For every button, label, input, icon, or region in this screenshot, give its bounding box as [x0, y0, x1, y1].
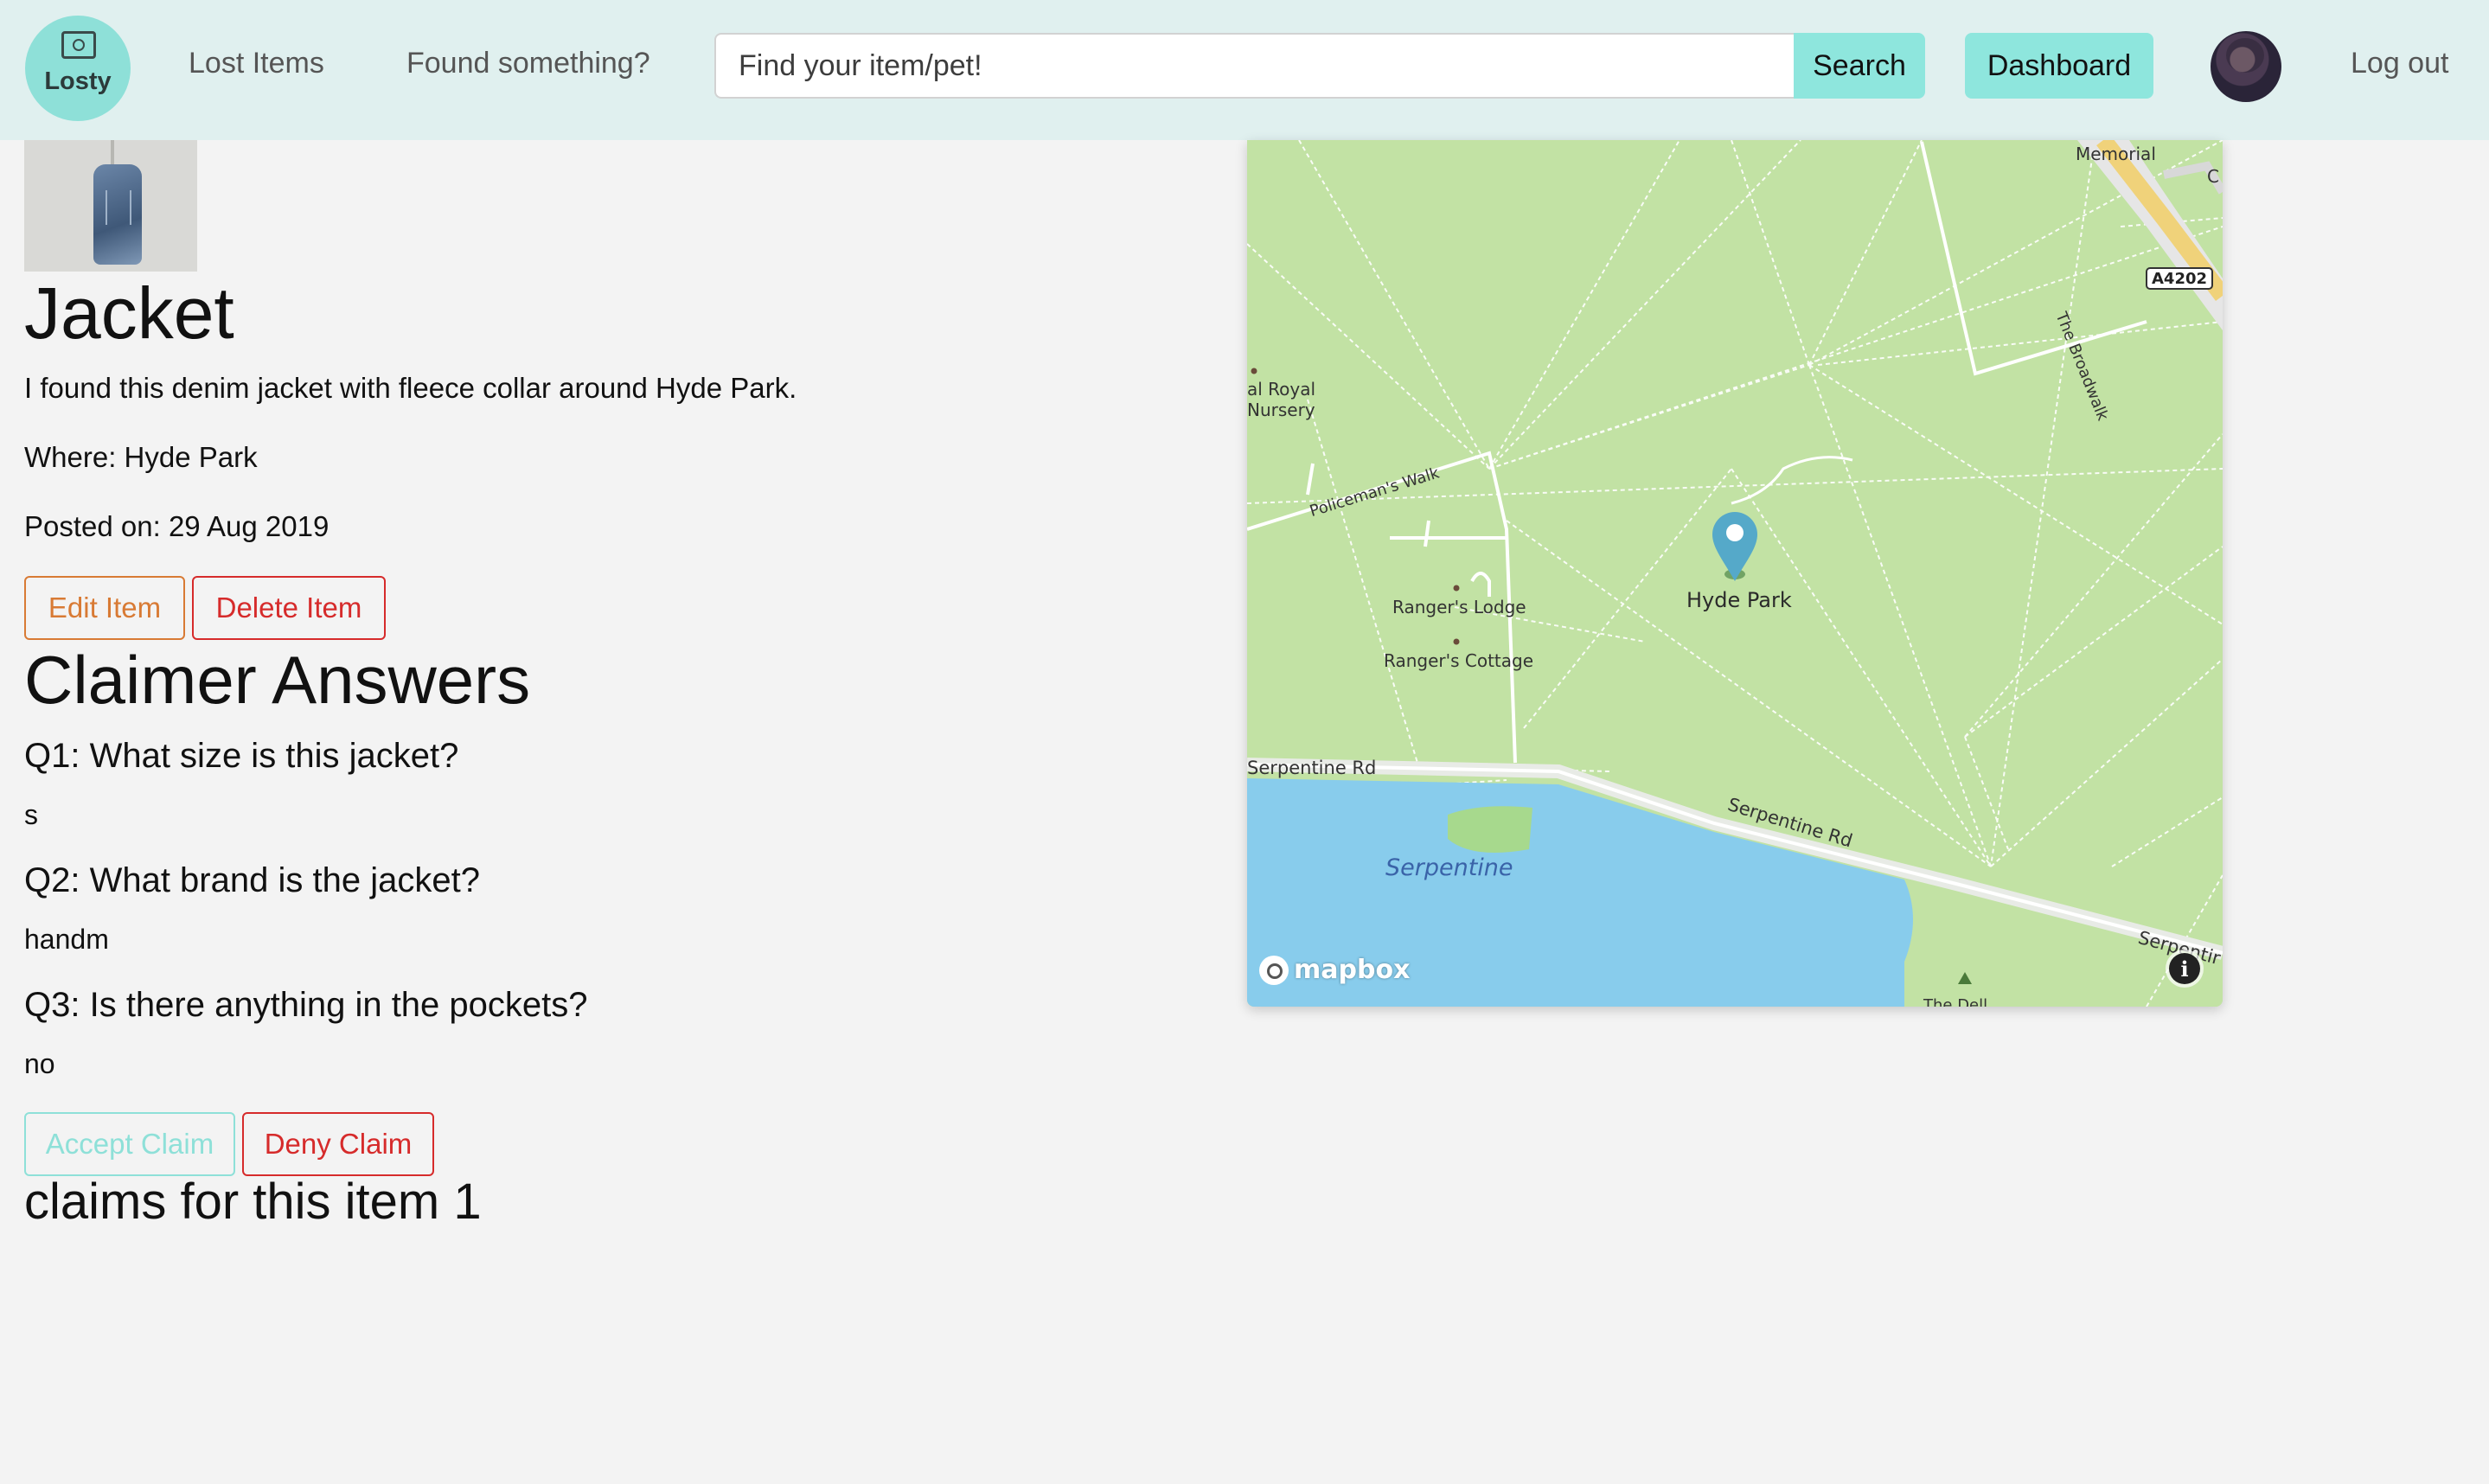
map-label-serpentine: Serpentine — [1385, 854, 1513, 881]
nav-found-something[interactable]: Found something? — [406, 47, 650, 80]
map-label-hyde-park: Hyde Park — [1686, 588, 1792, 612]
map-label-the-dell: The Dell — [1923, 996, 1988, 1007]
answer-3: no — [24, 1048, 55, 1079]
map-label-rangers-cottage: Ranger's Cottage — [1384, 650, 1534, 671]
accept-claim-button[interactable]: Accept Claim — [24, 1112, 235, 1176]
item-posted-date: Posted on: 29 Aug 2019 — [24, 510, 330, 542]
dashboard-button[interactable]: Dashboard — [1965, 33, 2153, 99]
claims-count: claims for this item 1 — [24, 1174, 482, 1230]
nav-lost-items[interactable]: Lost Items — [189, 47, 324, 80]
logo[interactable]: Losty — [25, 16, 131, 121]
map-label-serpentine-rd-left: Serpentine Rd — [1247, 758, 1377, 778]
question-1: Q1: What size is this jacket? — [24, 737, 459, 775]
map-label-a4202: A4202 — [2152, 270, 2208, 288]
map-label-memorial: Memorial — [2076, 144, 2156, 164]
edit-item-button[interactable]: Edit Item — [24, 576, 185, 640]
question-3: Q3: Is there anything in the pockets? — [24, 986, 588, 1024]
map-label-rangers-lodge: Ranger's Lodge — [1392, 597, 1526, 617]
map-label-nursery-1: al Royal — [1247, 379, 1316, 400]
claimer-answers-heading: Claimer Answers — [24, 642, 531, 718]
mapbox-attribution: mapbox — [1294, 955, 1411, 985]
mapbox-icon — [1259, 955, 1289, 985]
mapbox-logo[interactable]: mapbox — [1259, 955, 1410, 985]
item-image — [24, 140, 197, 272]
search-button[interactable]: Search — [1794, 33, 1925, 99]
answer-1: s — [24, 799, 38, 830]
logo-text: Losty — [44, 67, 112, 95]
question-2: Q2: What brand is the jacket? — [24, 861, 480, 899]
search-input[interactable] — [714, 33, 1794, 99]
map-label-c: C — [2207, 166, 2219, 187]
info-icon[interactable]: i — [2169, 953, 2200, 984]
item-description: I found this denim jacket with fleece co… — [24, 372, 797, 404]
map[interactable]: Memorial C A4202 The Broadwalk al Royal … — [1247, 140, 2223, 1007]
item-location: Where: Hyde Park — [24, 441, 258, 473]
avatar[interactable] — [2211, 31, 2281, 102]
navbar: Losty Lost Items Found something? Search… — [0, 0, 2489, 140]
delete-item-button[interactable]: Delete Item — [192, 576, 386, 640]
map-label-nursery-2: Nursery — [1247, 400, 1315, 420]
deny-claim-button[interactable]: Deny Claim — [242, 1112, 434, 1176]
logo-icon — [61, 31, 96, 59]
logout-link[interactable]: Log out — [2351, 47, 2448, 80]
answer-2: handm — [24, 924, 109, 955]
item-title: Jacket — [24, 272, 234, 354]
